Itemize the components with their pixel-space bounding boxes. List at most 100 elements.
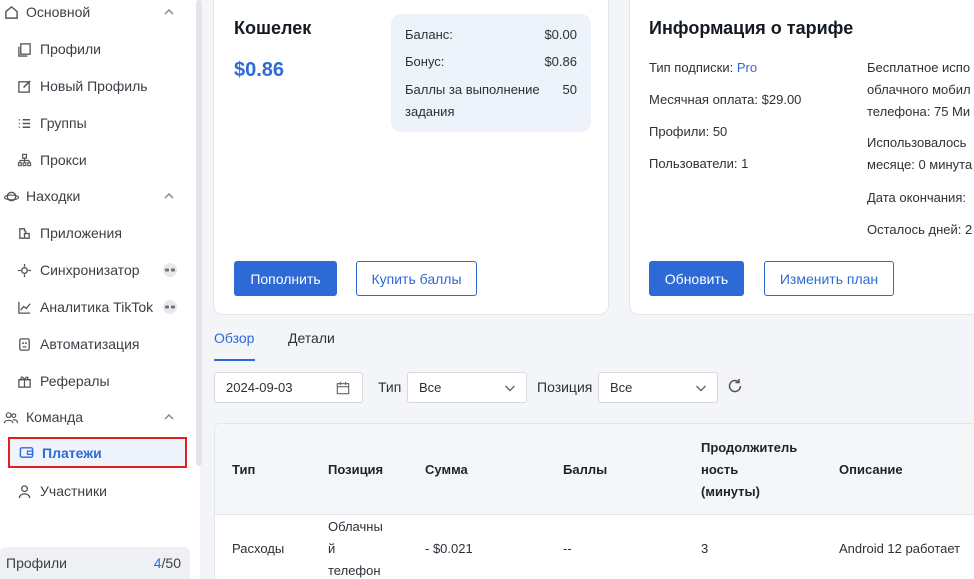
sidebar-group-label: Находки <box>26 188 81 204</box>
sidebar-item-automation[interactable]: Автоматизация <box>0 327 190 361</box>
profiles-icon <box>16 41 32 57</box>
planet-icon <box>3 188 19 204</box>
payments-table: Тип Позиция Сумма Баллы Продолжитель нос… <box>214 423 974 579</box>
profiles-limit: Профили: 50 <box>649 124 728 139</box>
subscription-type: Тип подписки: Pro <box>649 57 757 79</box>
position-select[interactable]: Все <box>598 372 718 403</box>
position-filter-label: Позиция <box>537 379 593 395</box>
balance-summary: Баланс: $0.00 Бонус: $0.86 Баллы за выпо… <box>391 14 591 132</box>
wallet-amount: $0.86 <box>234 59 285 81</box>
column-header-duration-line: ность <box>701 462 739 477</box>
sidebar-group-label: Команда <box>26 409 84 425</box>
chevron-up-icon[interactable] <box>162 5 176 19</box>
network-icon <box>16 152 32 168</box>
wallet-title: Кошелек <box>234 18 312 38</box>
sidebar-item-label: Автоматизация <box>40 336 140 352</box>
sidebar-item-profiles[interactable]: Профили <box>0 32 190 66</box>
cell-description: Android 12 работает <box>839 541 961 556</box>
chevron-up-icon[interactable] <box>162 410 176 424</box>
chevron-down-icon <box>696 385 706 392</box>
sidebar-item-new-profile[interactable]: Новый Профиль <box>0 69 190 103</box>
end-date: Дата окончания: <box>867 190 966 205</box>
sidebar-item-synchronizer[interactable]: Синхронизатор <box>0 253 190 287</box>
sidebar-item-label: Участники <box>40 483 107 499</box>
puzzle-icon <box>16 225 32 241</box>
column-header-amount: Сумма <box>425 462 468 477</box>
subscription-label: Тип подписки: <box>649 60 734 75</box>
chevron-up-icon[interactable] <box>162 189 176 203</box>
sidebar-group-main[interactable]: Основной <box>0 0 190 29</box>
free-cloud-line: телефона: 75 Ми <box>867 104 971 119</box>
team-icon <box>3 409 19 425</box>
cell-position-line: й <box>328 541 336 556</box>
sidebar-item-groups[interactable]: Группы <box>0 106 190 140</box>
update-button[interactable]: Обновить <box>649 261 744 296</box>
sync-icon <box>16 262 32 278</box>
sidebar-item-proxy[interactable]: Прокси <box>0 143 190 177</box>
subscription-value: Pro <box>736 60 758 75</box>
profiles-usage-count: 4/50 <box>154 555 181 571</box>
days-left: Осталось дней: 2 <box>867 222 973 237</box>
type-select-value: Все <box>419 380 442 395</box>
column-header-points: Баллы <box>563 462 608 477</box>
bonus-row: Бонус: $0.86 <box>405 52 577 72</box>
cell-position-line: Облачны <box>328 519 383 534</box>
premium-badge-icon <box>163 300 177 314</box>
sidebar-item-label: Группы <box>40 115 87 131</box>
column-header-type: Тип <box>232 462 256 477</box>
type-filter-label: Тип <box>378 379 402 395</box>
chevron-down-icon <box>505 385 515 392</box>
balance-label: Баланс: <box>405 27 453 42</box>
list-icon <box>16 115 32 131</box>
wallet-icon <box>18 445 34 461</box>
cell-type: Расходы <box>232 541 285 556</box>
date-value: 2024-09-03 <box>226 380 293 395</box>
tab-overview[interactable]: Обзор <box>214 330 254 346</box>
free-cloud-line: Бесплатное испо <box>867 60 971 75</box>
sidebar-item-label: Новый Профиль <box>40 78 148 94</box>
bonus-label: Бонус: <box>405 54 445 69</box>
tariff-title: Информация о тарифе <box>649 18 854 38</box>
cell-duration: 3 <box>701 541 709 556</box>
topup-button[interactable]: Пополнить <box>234 261 337 296</box>
profiles-usage-label: Профили <box>6 555 67 571</box>
refresh-icon[interactable] <box>727 378 743 394</box>
sidebar-item-tiktok-analytics[interactable]: Аналитика TikTok <box>0 290 190 324</box>
column-header-duration: Продолжитель ность (минуты) <box>701 437 797 503</box>
type-select[interactable]: Все <box>407 372 527 403</box>
monthly-payment: Месячная оплата: $29.00 <box>649 92 802 107</box>
points-row: Баллы за выполнение задания 50 <box>405 79 577 123</box>
sidebar-item-apps[interactable]: Приложения <box>0 216 190 250</box>
users-limit: Пользователи: 1 <box>649 156 749 171</box>
points-value: 50 <box>562 82 577 97</box>
used-line: Использовалось <box>867 135 967 150</box>
points-label: Баллы за выполнение задания <box>405 82 540 119</box>
sidebar-group-findings[interactable]: Находки <box>0 179 190 213</box>
balance-row: Баланс: $0.00 <box>405 25 577 45</box>
active-tab-indicator <box>214 359 255 361</box>
premium-badge-icon <box>163 263 177 277</box>
table-header: Тип Позиция Сумма Баллы Продолжитель нос… <box>215 424 974 515</box>
chart-icon <box>16 299 32 315</box>
sidebar-item-label: Приложения <box>40 225 122 241</box>
profiles-total: /50 <box>161 555 181 571</box>
sidebar-scrollbar[interactable] <box>196 0 202 466</box>
buy-points-button[interactable]: Купить баллы <box>356 261 477 296</box>
tab-details[interactable]: Детали <box>288 330 335 346</box>
date-picker[interactable]: 2024-09-03 <box>214 372 363 403</box>
profiles-used: 4 <box>153 555 162 571</box>
used-minutes-info: Использовалось месяце: 0 минута <box>867 132 972 176</box>
profiles-usage: Профили 4/50 <box>0 547 190 579</box>
bonus-value: $0.86 <box>544 54 577 69</box>
sidebar-item-referrals[interactable]: Рефералы <box>0 364 190 398</box>
sidebar-item-label: Рефералы <box>40 373 110 389</box>
tariff-card: Информация о тарифе Тип подписки: Pro Ме… <box>629 0 974 315</box>
sidebar-item-payments[interactable]: Платежи <box>8 437 187 468</box>
sidebar-group-team[interactable]: Команда <box>0 400 190 434</box>
cell-position-line: телефон <box>328 563 381 578</box>
sidebar-item-members[interactable]: Участники <box>0 474 190 508</box>
cell-points: -- <box>563 541 572 556</box>
calendar-icon[interactable] <box>336 381 350 395</box>
change-plan-button[interactable]: Изменить план <box>764 261 894 296</box>
edit-icon <box>16 78 32 94</box>
